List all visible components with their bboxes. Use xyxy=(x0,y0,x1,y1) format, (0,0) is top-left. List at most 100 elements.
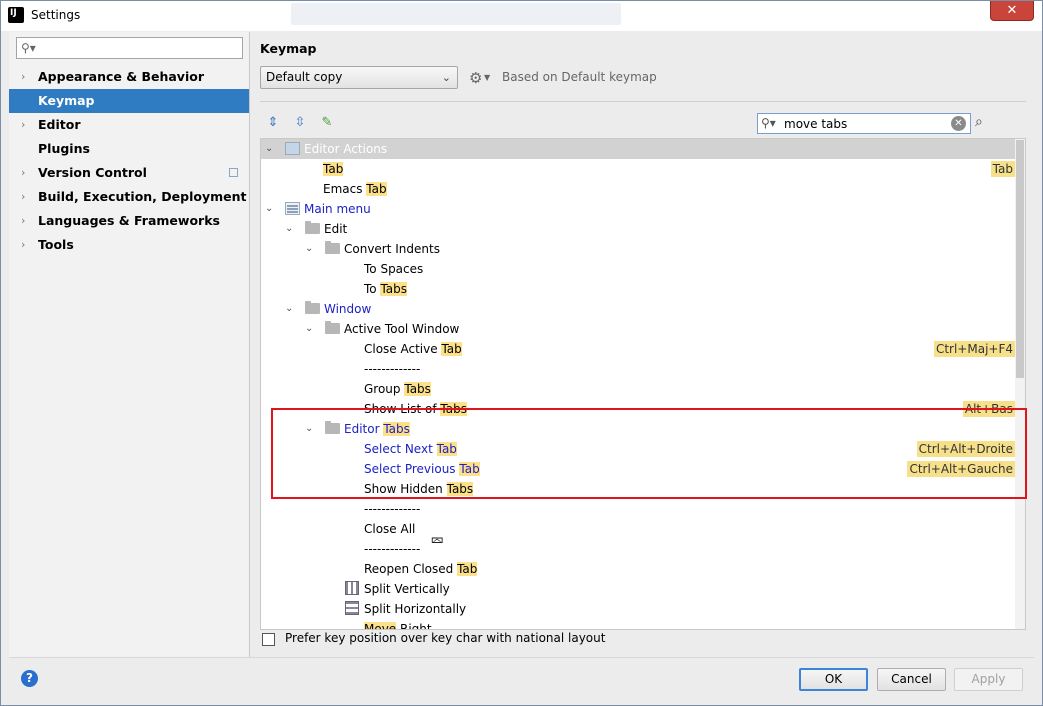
chevron-right-icon[interactable]: › xyxy=(21,233,31,257)
tree-row[interactable]: ⌄ Editor Actions xyxy=(261,139,1015,159)
chevron-down-icon[interactable]: ⌄ xyxy=(305,319,317,339)
action-search-input[interactable]: ⚲▾ move tabs ✕ xyxy=(757,113,971,134)
tree-row-label: To Tabs xyxy=(364,279,408,299)
help-button[interactable]: ? xyxy=(21,670,38,687)
tree-row[interactable]: ⌄ Main menu xyxy=(261,199,1015,219)
close-button[interactable]: ✕ xyxy=(990,1,1034,21)
tree-row-label: Convert Indents xyxy=(344,239,440,259)
chevron-down-icon[interactable]: ⌄ xyxy=(285,299,297,319)
tree-row[interactable]: To Spaces xyxy=(261,259,1015,279)
mouse-pointer-icon: ⮹ xyxy=(430,531,445,552)
tree-row[interactable]: ------------- xyxy=(261,499,1015,519)
folder-icon xyxy=(325,321,340,334)
sidebar-item[interactable]: Plugins xyxy=(9,137,249,161)
tree-row-label: Active Tool Window xyxy=(344,319,459,339)
find-by-shortcut-icon[interactable]: ⌕ xyxy=(975,114,983,130)
apply-button[interactable]: Apply xyxy=(954,668,1023,691)
keymap-actions-tree: ⌄ Editor Actions Tab Tab Emacs Tab ⌄ Main menu… xyxy=(260,138,1026,630)
tree-row[interactable]: Move Right xyxy=(261,619,1015,629)
folder-icon xyxy=(325,241,340,254)
tree-row[interactable]: Close Active Tab Ctrl+Maj+F4 xyxy=(261,339,1015,359)
sidebar-item[interactable]: › Build, Execution, Deployment xyxy=(9,185,249,209)
tree-row-label: Tab xyxy=(323,159,344,179)
sidebar-item[interactable]: › Tools xyxy=(9,233,249,257)
keymap-select-value: Default copy xyxy=(266,70,343,84)
tree-row-label: Main menu xyxy=(304,199,371,219)
collapse-all-icon[interactable]: ⇳ xyxy=(292,115,308,131)
settings-search-input[interactable]: ⚲▾ xyxy=(16,37,243,59)
panel-divider[interactable] xyxy=(249,32,250,657)
tree-row-label: Close Active Tab xyxy=(364,339,462,359)
search-match-highlight: Tab xyxy=(441,342,462,356)
cancel-button[interactable]: Cancel xyxy=(877,668,946,691)
based-on-label: Based on Default keymap xyxy=(502,70,657,84)
chevron-down-icon[interactable]: ⌄ xyxy=(285,219,297,239)
caret-down-icon[interactable]: ▼ xyxy=(484,73,490,82)
tree-row[interactable]: ⌄ Active Tool Window xyxy=(261,319,1015,339)
tree-row[interactable]: ------------- xyxy=(261,539,1015,559)
label-text: ------------- xyxy=(364,502,421,516)
sidebar-item-label: Languages & Frameworks xyxy=(38,213,220,228)
chevron-right-icon[interactable]: › xyxy=(21,161,31,185)
chevron-down-icon[interactable]: ⌄ xyxy=(265,199,277,219)
chevron-down-icon[interactable]: ⌄ xyxy=(265,139,277,159)
tree-row[interactable]: To Tabs xyxy=(261,279,1015,299)
chevron-right-icon[interactable]: › xyxy=(21,65,31,89)
tree-row[interactable]: Split Vertically xyxy=(261,579,1015,599)
label-text: Main menu xyxy=(304,202,371,216)
tree-row[interactable]: Group Tabs xyxy=(261,379,1015,399)
label-text: Edit xyxy=(324,222,348,236)
prefer-key-position-checkbox[interactable] xyxy=(262,633,275,646)
shortcut-badge: Tab xyxy=(990,161,1015,177)
edit-pencil-icon[interactable]: ✎ xyxy=(319,115,335,131)
label-text: Window xyxy=(324,302,372,316)
label-text: ------------- xyxy=(364,542,421,556)
tree-row-label: ------------- xyxy=(364,499,420,519)
tree-row[interactable]: Emacs Tab xyxy=(261,179,1015,199)
shortcut-badge: Ctrl+Maj+F4 xyxy=(933,341,1015,357)
sidebar-item-label: Editor xyxy=(38,117,81,132)
search-match-highlight: Move xyxy=(364,622,397,629)
tree-row[interactable]: ⌄ Window xyxy=(261,299,1015,319)
settings-window: Settings ✕ ⚲▾ › Appearance & Behavior Keym… xyxy=(0,0,1043,706)
chevron-right-icon[interactable]: › xyxy=(21,209,31,233)
gear-icon[interactable]: ⚙ xyxy=(469,69,482,87)
sidebar-item[interactable]: › Languages & Frameworks xyxy=(9,209,249,233)
header-separator xyxy=(260,101,1026,102)
sidebar-item[interactable]: Keymap xyxy=(9,89,249,113)
label-text: Convert Indents xyxy=(344,242,440,256)
tree-row-label: Editor Actions xyxy=(304,139,387,159)
sidebar-item-label: Version Control xyxy=(38,165,147,180)
tree-scrollbar-thumb[interactable] xyxy=(1016,140,1024,378)
tree-row[interactable]: ⌄ Edit xyxy=(261,219,1015,239)
label-text: Group xyxy=(364,382,405,396)
ok-button[interactable]: OK xyxy=(799,668,868,691)
tree-row-label: Window xyxy=(324,299,371,319)
chevron-down-icon[interactable]: ⌄ xyxy=(305,239,317,259)
sidebar-item[interactable]: › Appearance & Behavior xyxy=(9,65,249,89)
tree-row[interactable]: Reopen Closed Tab xyxy=(261,559,1015,579)
search-icon: ⚲▾ xyxy=(21,41,36,55)
keymap-select[interactable]: Default copy ⌄ xyxy=(260,66,458,89)
tree-row[interactable]: Tab Tab xyxy=(261,159,1015,179)
tree-row-label: Split Vertically xyxy=(364,579,450,599)
sidebar-item[interactable]: › Version Control xyxy=(9,161,249,185)
editor-actions-icon xyxy=(285,142,300,155)
label-text: Editor Actions xyxy=(304,142,388,156)
sidebar-item-label: Plugins xyxy=(38,141,90,156)
chevron-right-icon[interactable]: › xyxy=(21,185,31,209)
label-text: Reopen Closed xyxy=(364,562,458,576)
search-match-highlight: Tab xyxy=(457,562,478,576)
menu-icon xyxy=(285,202,300,215)
expand-all-icon[interactable]: ⇕ xyxy=(265,115,281,131)
chevron-right-icon[interactable]: › xyxy=(21,113,31,137)
split-horizontal-icon xyxy=(345,601,359,615)
tree-row-label: Emacs Tab xyxy=(323,179,387,199)
clear-search-icon[interactable]: ✕ xyxy=(951,116,966,131)
sidebar-item[interactable]: › Editor xyxy=(9,113,249,137)
tree-row[interactable]: ⌄ Convert Indents xyxy=(261,239,1015,259)
tree-row[interactable]: Close All xyxy=(261,519,1015,539)
sidebar-item-label: Appearance & Behavior xyxy=(38,69,204,84)
tree-row[interactable]: Split Horizontally xyxy=(261,599,1015,619)
tree-row[interactable]: ------------- xyxy=(261,359,1015,379)
